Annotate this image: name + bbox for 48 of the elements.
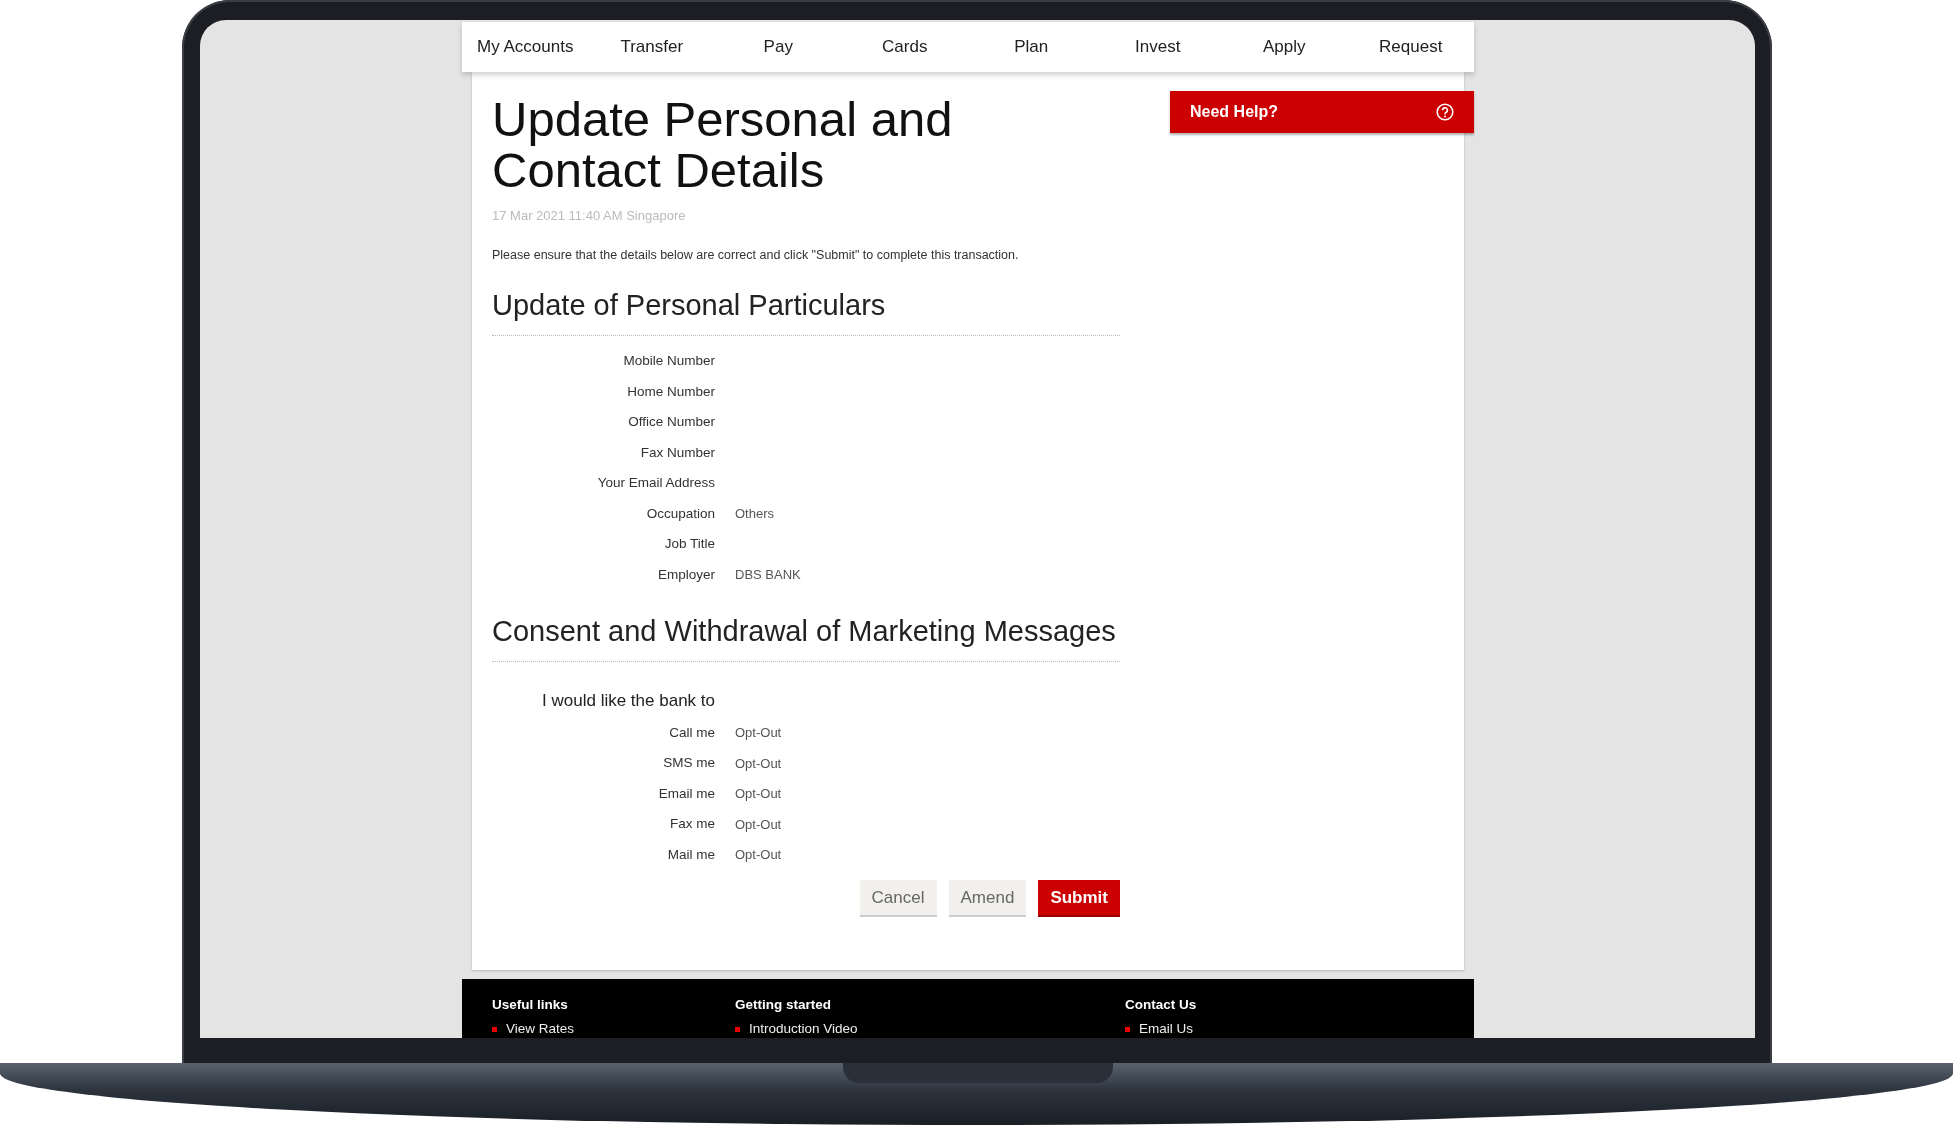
field-value: Opt-Out [735,754,782,773]
field-value: Opt-Out [735,724,782,743]
field-label: Mail me [666,845,715,864]
nav-tab[interactable]: Cards [841,22,968,72]
field-value: Opt-Out [735,815,782,834]
action-button[interactable]: Amend [948,880,1027,918]
nav-tab[interactable]: Plan [968,22,1095,72]
nav-tab[interactable]: My Accounts [462,22,589,72]
field-label: Mobile Number [622,352,715,371]
need-help-button[interactable]: Need Help? [1170,91,1474,133]
timestamp: 17 Mar 2021 11:40 AM Singapore [492,207,687,225]
field-label: Fax Number [639,443,715,462]
field-value: Opt-Out [735,785,782,804]
instruction-text: Please ensure that the details below are correct and click "Submit" to complete this transaction. [492,246,1020,264]
footer-heading: Contact Us [1125,996,1198,1014]
bullet-icon [492,1026,497,1032]
field-value: DBS BANK [735,566,801,585]
bullet-icon [1125,1026,1130,1032]
footer-link[interactable]: Email Us [1139,1019,1193,1038]
page-title: Update Personal and Contact Details [492,94,954,196]
field-label: Your Email Address [596,474,715,493]
field-label: Office Number [627,413,715,432]
field-value: Opt-Out [735,846,782,865]
nav-tab[interactable]: Invest [1094,22,1221,72]
field-label: Email me [657,784,715,803]
action-button[interactable]: Cancel [859,880,937,918]
intro-text: I would like the bank to [541,690,715,713]
field-value: Others [735,505,774,524]
bullet-icon [735,1026,740,1032]
section-heading: Update of Personal Particulars [492,288,1120,337]
nav-tab[interactable]: Pay [715,22,842,72]
field-label: SMS me [662,754,715,773]
nav-tab[interactable]: Transfer [588,22,715,72]
section-heading: Consent and Withdrawal of Marketing Messages [492,614,1120,663]
footer-heading: Getting started [735,996,832,1014]
field-label: Occupation [645,504,715,523]
footer-heading: Useful links [492,996,569,1014]
field-label: Job Title [663,535,715,554]
field-label: Call me [668,723,715,742]
action-button[interactable]: Submit [1038,880,1120,918]
nav-tab[interactable]: Request [1347,22,1474,72]
footer-link[interactable]: View Rates [506,1019,575,1038]
field-label: Home Number [626,382,715,401]
field-label: Employer [656,565,715,584]
field-label: Fax me [669,815,715,834]
footer-link[interactable]: Introduction Video [749,1019,858,1038]
nav-tab[interactable]: Apply [1221,22,1348,72]
help-icon [1436,103,1454,121]
